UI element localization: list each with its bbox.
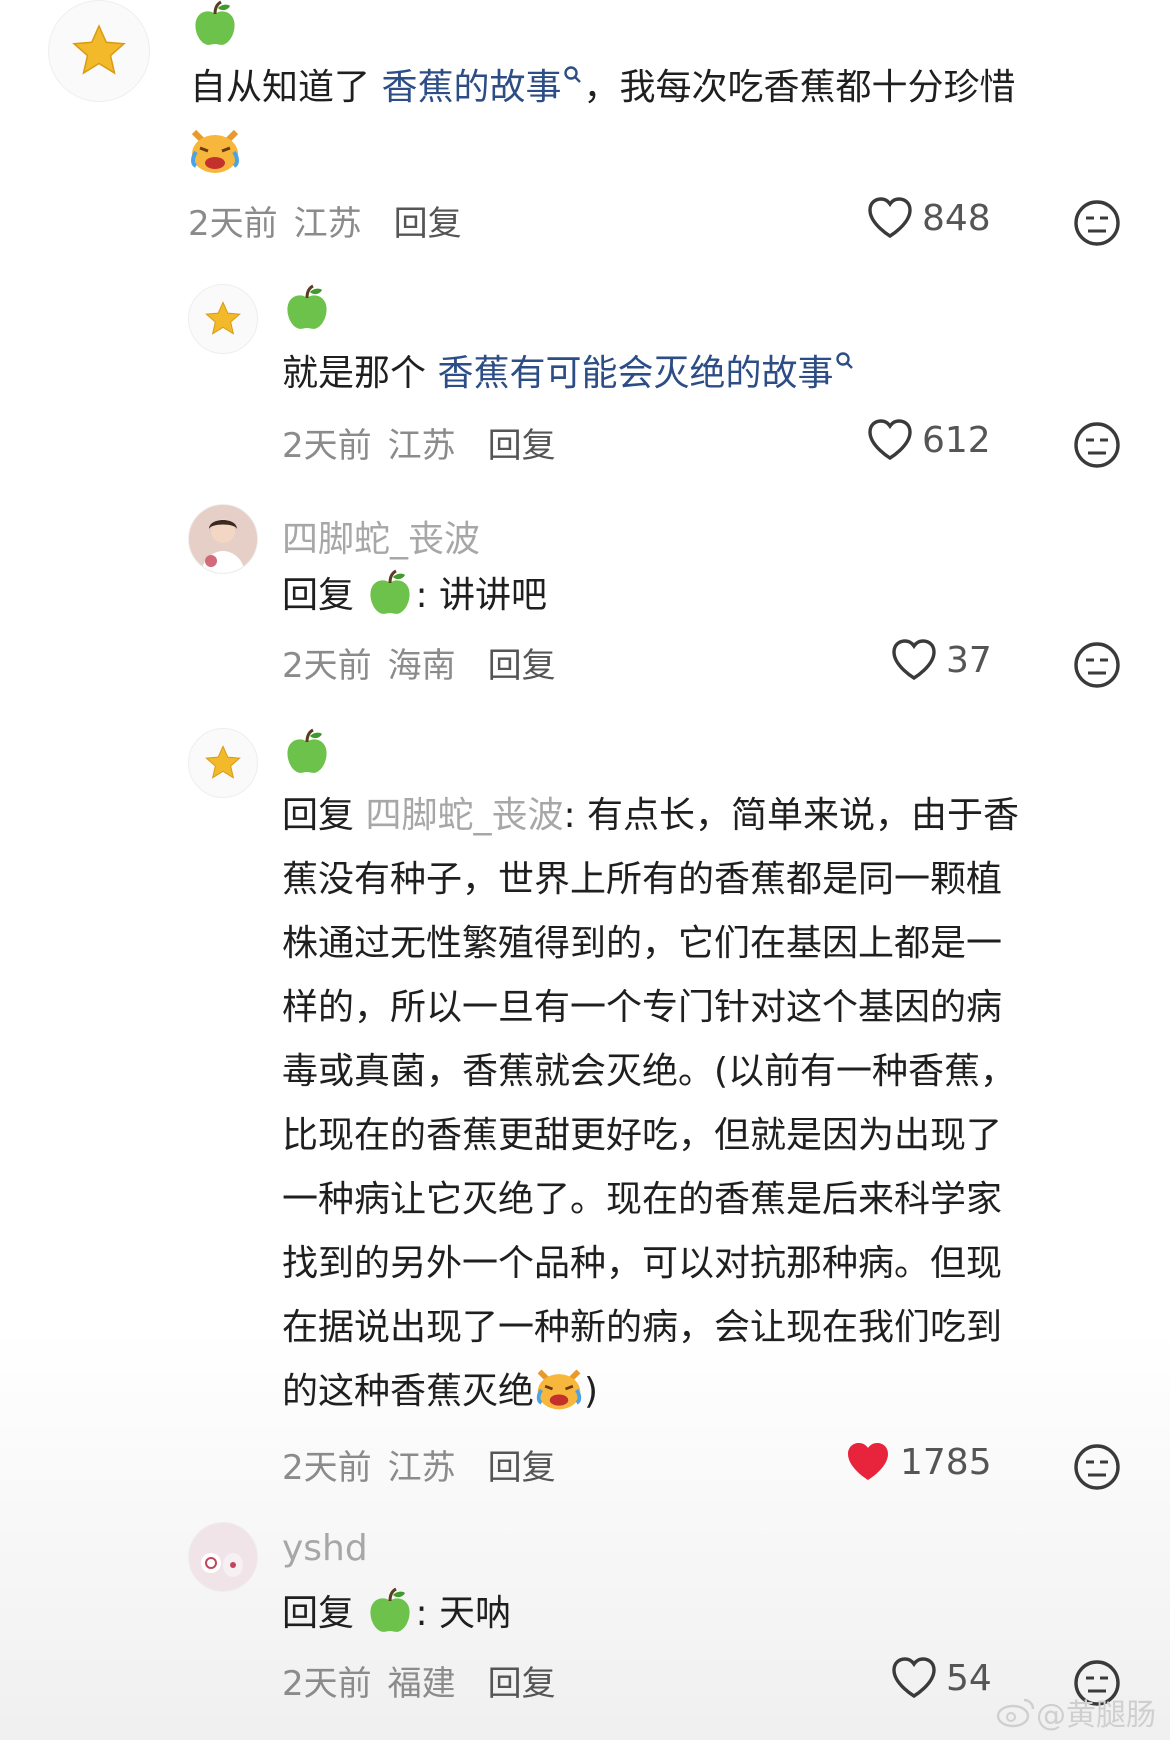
dislike-face-icon[interactable] <box>1072 640 1122 690</box>
comment-text-part: ，我每次吃香蕉都十分珍惜 <box>583 67 1016 108</box>
comment-location: 福建 <box>387 1664 456 1704</box>
comment-text: 自从知道了 香蕉的故事 ，我每次吃香蕉都十分珍惜 <box>190 56 1130 120</box>
crying-cat-emoji <box>191 129 239 173</box>
like-button[interactable]: 612 <box>866 418 991 462</box>
dislike-face-icon[interactable] <box>1072 420 1122 470</box>
reply-prefix: 回复 <box>282 575 355 616</box>
heart-icon <box>892 639 936 680</box>
comment-text-part: 就是那个 <box>282 353 438 394</box>
avatar[interactable] <box>48 0 150 102</box>
like-count: 612 <box>922 419 991 461</box>
heart-icon <box>868 197 912 238</box>
comment-time: 2天前 <box>282 1448 372 1488</box>
reply-prefix: 回复 <box>282 1593 355 1634</box>
comment-time: 2天前 <box>282 1664 372 1704</box>
search-icon <box>836 352 854 369</box>
comment-location: 海南 <box>387 646 456 686</box>
like-button[interactable]: 848 <box>866 196 991 240</box>
comment-line: 一种病让它灭绝了。现在的香蕉是后来科学家 <box>282 1179 1003 1220</box>
comment-location: 江苏 <box>293 204 362 244</box>
star-icon <box>205 301 241 335</box>
comment-line: 比现在的香蕉更甜更好吃，但就是因为出现了 <box>282 1115 1003 1156</box>
comment-location: 江苏 <box>387 1448 456 1488</box>
avatar[interactable] <box>188 728 258 798</box>
watermark: @黄腿肠 <box>996 1690 1156 1734</box>
like-count: 37 <box>946 639 992 681</box>
comment-meta: 2天前 福建 回复 <box>282 1656 556 1705</box>
dislike-face-icon[interactable] <box>1072 198 1122 248</box>
comment-time: 2天前 <box>188 204 278 244</box>
comment-text: 回复 : 天呐 <box>282 1582 511 1646</box>
like-button[interactable]: 1785 <box>844 1440 992 1484</box>
star-icon <box>205 745 241 779</box>
reply-button[interactable]: 回复 <box>488 1440 556 1489</box>
like-button[interactable]: 54 <box>890 1656 992 1700</box>
cartoon-avatar-icon <box>189 1523 257 1591</box>
comment-line: 在据说出现了一种新的病，会让现在我们吃到 <box>282 1307 1003 1348</box>
comment-text: 回复 四脚蛇_丧波: 有点长，简单来说，由于香 蕉没有种子，世界上所有的香蕉都是… <box>282 784 1142 1424</box>
heart-filled-icon <box>848 1443 888 1480</box>
comment-line: 的这种香蕉灭绝 ) <box>282 1360 1142 1424</box>
comment-text: 回复 : 讲讲吧 <box>282 564 547 628</box>
green-apple-icon[interactable] <box>367 569 413 619</box>
green-apple-icon[interactable] <box>367 1587 413 1637</box>
comment-username[interactable]: 四脚蛇_丧波 <box>282 510 480 562</box>
comment-text: 就是那个 香蕉有可能会灭绝的故事 <box>282 342 1142 406</box>
search-link[interactable]: 香蕉有可能会灭绝的故事 <box>437 352 855 394</box>
comment-location: 江苏 <box>387 426 456 466</box>
green-apple-icon <box>287 284 327 329</box>
weibo-logo-icon <box>996 1698 1035 1728</box>
watermark-text: @黄腿肠 <box>1036 1698 1156 1733</box>
reply-button[interactable]: 回复 <box>394 196 462 245</box>
comment-username[interactable]: yshd <box>282 1528 368 1569</box>
comment-line: 样的，所以一旦有一个专门针对这个基因的病 <box>282 987 1003 1028</box>
reply-to-username[interactable]: 四脚蛇_丧波 <box>365 795 563 836</box>
reply-text: : 天呐 <box>415 1593 512 1634</box>
heart-icon <box>892 1657 936 1698</box>
comment-meta: 2天前 江苏 回复 <box>282 418 556 467</box>
comment-meta: 2天前 江苏 回复 <box>188 196 462 245</box>
comment-line: 找到的另外一个品种，可以对抗那种病。但现 <box>282 1243 1003 1284</box>
green-apple-icon <box>195 0 235 45</box>
comment-time: 2天前 <box>282 426 372 466</box>
comment-meta: 2天前 海南 回复 <box>282 638 556 687</box>
person-photo-icon <box>189 505 257 573</box>
heart-icon <box>868 419 912 460</box>
green-apple-icon <box>287 728 327 773</box>
avatar[interactable] <box>188 284 258 354</box>
comment-time: 2天前 <box>282 646 372 686</box>
comment-line: 蕉没有种子，世界上所有的香蕉都是同一颗植 <box>282 859 1003 900</box>
star-icon <box>72 24 126 75</box>
like-count: 1785 <box>900 1441 992 1483</box>
reply-button[interactable]: 回复 <box>488 638 556 687</box>
like-count: 848 <box>922 197 991 239</box>
comment-line: 回复 四脚蛇_丧波: 有点长，简单来说，由于香 <box>282 795 1020 836</box>
reply-text: : 讲讲吧 <box>415 575 548 616</box>
reply-button[interactable]: 回复 <box>488 1656 556 1705</box>
like-button[interactable]: 37 <box>890 638 992 682</box>
comment-line: 株通过无性繁殖得到的，它们在基因上都是一 <box>282 923 1003 964</box>
search-icon <box>564 66 582 83</box>
like-count: 54 <box>946 1657 992 1699</box>
reply-button[interactable]: 回复 <box>488 418 556 467</box>
avatar[interactable] <box>188 1522 258 1592</box>
avatar[interactable] <box>188 504 258 574</box>
reply-prefix: 回复 <box>282 795 355 836</box>
crying-cat-emoji <box>536 1369 582 1410</box>
comment-line: 毒或真菌，香蕉就会灭绝。(以前有一种香蕉， <box>282 1051 1017 1092</box>
comment-meta: 2天前 江苏 回复 <box>282 1440 556 1489</box>
dislike-face-icon[interactable] <box>1072 1442 1122 1492</box>
comment-text-part: 自从知道了 <box>190 67 382 108</box>
search-link[interactable]: 香蕉的故事 <box>381 66 583 108</box>
